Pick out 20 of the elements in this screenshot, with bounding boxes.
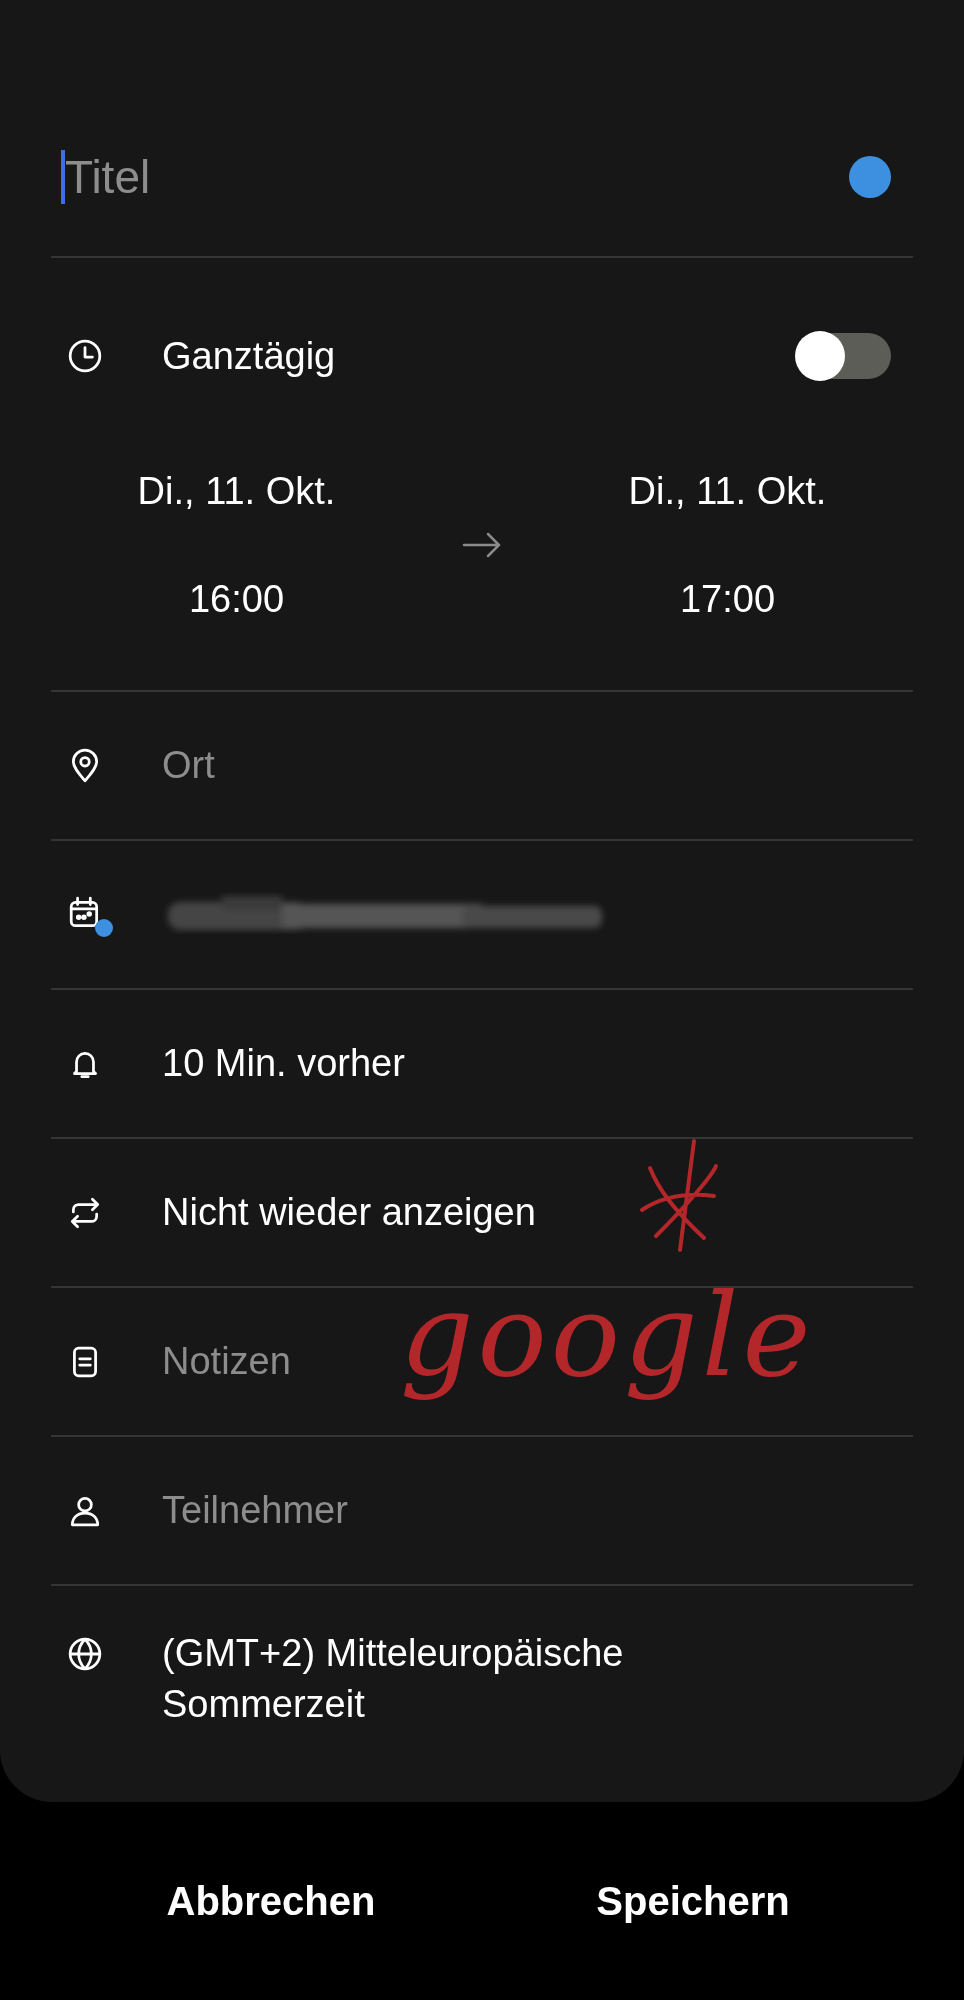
all-day-toggle[interactable] xyxy=(797,333,891,379)
notes-field[interactable]: Notizen xyxy=(162,1336,291,1387)
globe-icon xyxy=(67,1636,103,1672)
reminder-setting[interactable]: 10 Min. vorher xyxy=(162,1038,405,1089)
cancel-button[interactable]: Abbrechen xyxy=(146,1868,396,1934)
save-button[interactable]: Speichern xyxy=(576,1868,810,1934)
start-time[interactable]: 16:00 xyxy=(188,569,285,629)
location-field[interactable]: Ort xyxy=(162,740,215,791)
all-day-label: Ganztägig xyxy=(162,334,337,378)
title-field[interactable]: Titel xyxy=(65,150,849,204)
arrow-icon xyxy=(462,532,502,558)
timezone-setting[interactable]: (GMT+2) Mitteleuropäische Sommerzeit xyxy=(162,1628,722,1730)
end-time[interactable]: 17:00 xyxy=(679,569,776,629)
repeat-setting[interactable]: Nicht wieder anzeigen xyxy=(162,1187,536,1238)
start-date[interactable]: Di., 11. Okt. xyxy=(137,461,336,521)
clock-icon xyxy=(67,338,103,374)
handwritten-note: google xyxy=(400,1267,815,1404)
participants-field[interactable]: Teilnehmer xyxy=(162,1485,348,1536)
end-date[interactable]: Di., 11. Okt. xyxy=(628,461,827,521)
color-dot[interactable] xyxy=(849,156,891,198)
